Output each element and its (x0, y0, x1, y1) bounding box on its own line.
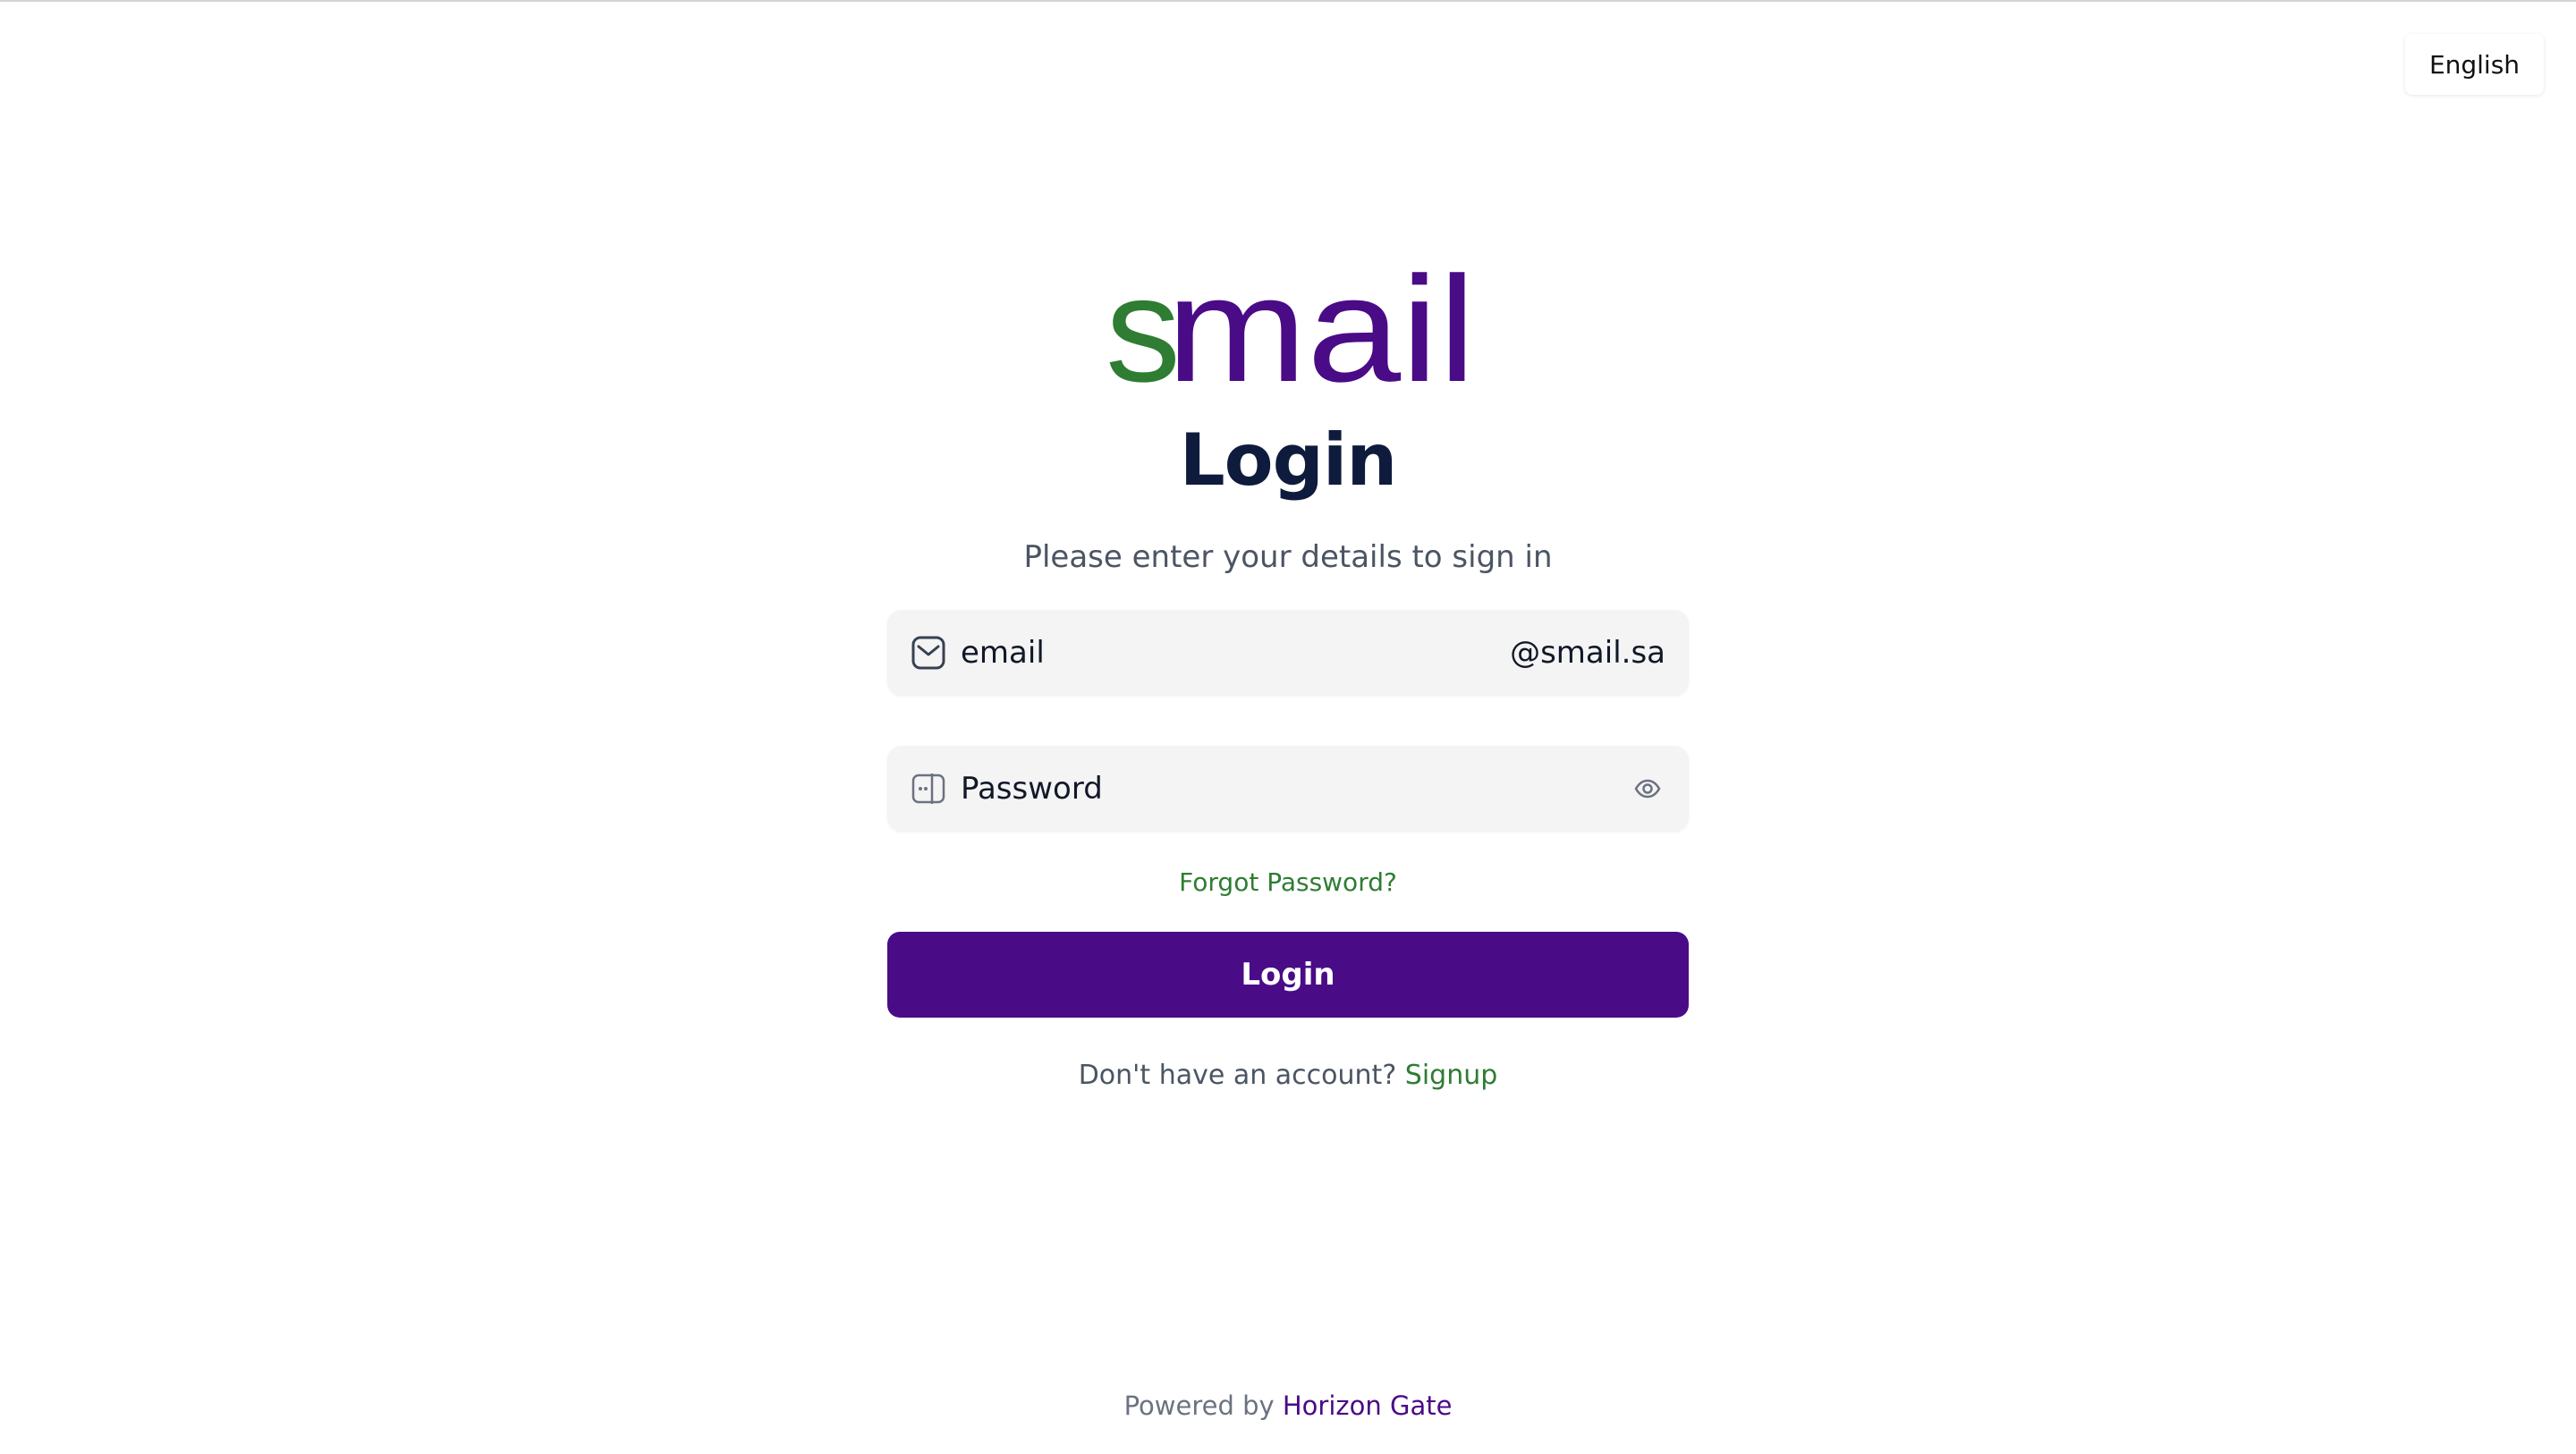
language-selector[interactable]: English (2405, 34, 2544, 95)
password-input[interactable] (961, 762, 1630, 816)
password-icon (911, 771, 946, 807)
eye-icon[interactable] (1630, 771, 1665, 807)
password-field[interactable] (887, 746, 1689, 832)
signup-prompt-text: Don't have an account? (1078, 1060, 1397, 1091)
email-input[interactable] (961, 626, 1500, 680)
footer: Powered by Horizon Gate (0, 1391, 2576, 1421)
language-label: English (2428, 49, 2521, 80)
signup-prompt-row: Don't have an account? Signup (0, 1060, 2576, 1091)
signup-link[interactable]: Signup (1405, 1060, 1498, 1091)
email-field[interactable]: @smail.sa (887, 610, 1689, 696)
smail-logo: s mail (1106, 249, 1481, 392)
logo-mail-text: mail (1166, 249, 1476, 392)
top-divider (0, 0, 2576, 2)
horizon-gate-link[interactable]: Horizon Gate (1283, 1391, 1453, 1421)
page-title: Login (1179, 418, 1398, 502)
powered-by-label: Powered by (1123, 1391, 1275, 1421)
email-domain-suffix: @smail.sa (1510, 635, 1665, 671)
mail-icon (911, 635, 946, 671)
page-subtitle: Please enter your details to sign in (1023, 539, 1553, 575)
forgot-password-link[interactable]: Forgot Password? (0, 867, 2576, 897)
login-button[interactable]: Login (887, 932, 1689, 1018)
